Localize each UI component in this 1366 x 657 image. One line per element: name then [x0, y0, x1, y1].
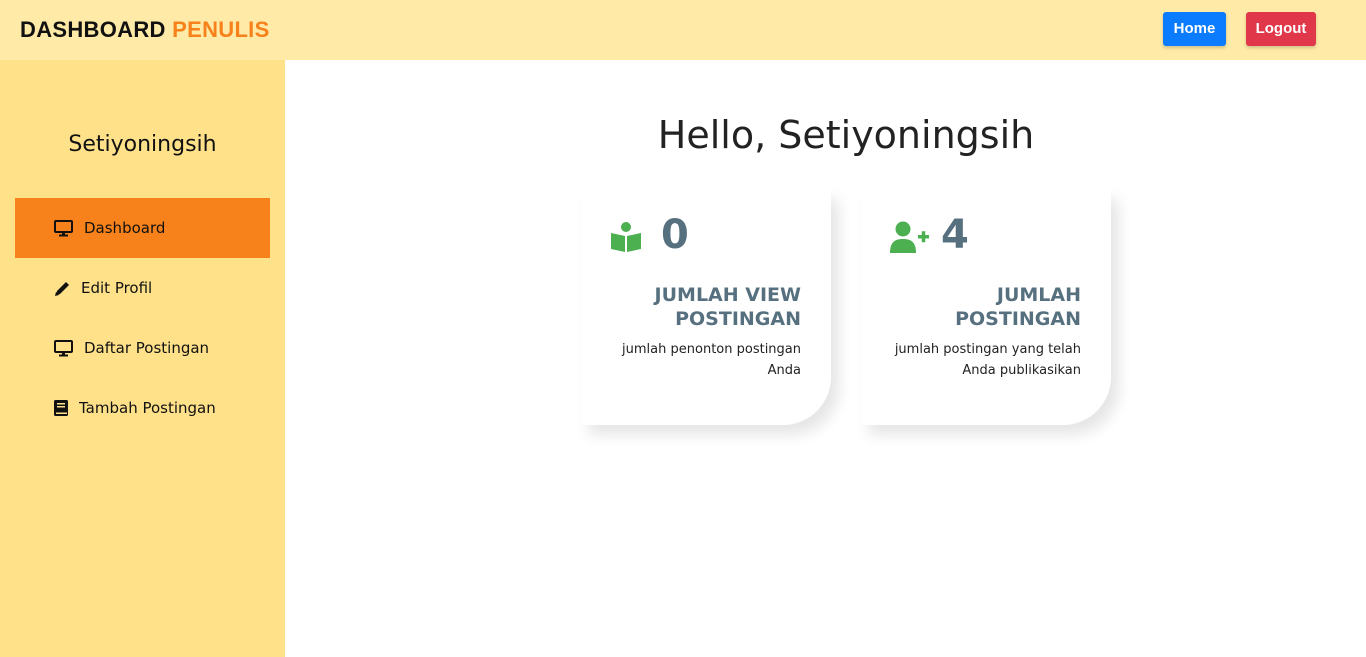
monitor-icon: [54, 339, 76, 357]
views-count: 0: [661, 212, 689, 258]
home-button[interactable]: Home: [1163, 12, 1226, 46]
sidebar-item-daftar-postingan[interactable]: Daftar Postingan: [15, 318, 270, 378]
posts-title: JUMLAH POSTINGAN: [955, 284, 1081, 330]
brand-title: DASHBOARD PENULIS: [20, 17, 270, 43]
brand-accent: PENULIS: [172, 17, 270, 42]
pencil-icon: [54, 279, 73, 297]
user-plus-icon: [890, 221, 930, 255]
top-navbar: DASHBOARD PENULIS Home Logout: [0, 0, 1366, 60]
logout-button[interactable]: Logout: [1246, 12, 1316, 46]
sidebar-item-edit-profil[interactable]: Edit Profil: [15, 258, 270, 318]
stat-card-views: 0 JUMLAH VIEW POSTINGAN jumlah penonton …: [581, 189, 831, 425]
sidebar-item-label: Daftar Postingan: [84, 339, 210, 357]
sidebar: Setiyoningsih Dashboard Edit Profil Daft…: [0, 60, 285, 657]
sidebar-item-label: Edit Profil: [81, 279, 153, 297]
views-title: JUMLAH VIEW POSTINGAN: [654, 284, 801, 330]
brand-primary: DASHBOARD: [20, 17, 166, 42]
reader-icon: [610, 221, 644, 255]
page-title: Hello, Setiyoningsih: [657, 113, 1035, 157]
sidebar-user-name: Setiyoningsih: [68, 132, 217, 157]
sidebar-item-label: Dashboard: [84, 219, 166, 237]
sidebar-item-dashboard[interactable]: Dashboard: [15, 198, 270, 258]
stat-card-posts: 4 JUMLAH POSTINGAN jumlah postingan yang…: [861, 189, 1111, 425]
posts-description: jumlah postingan yang telah Anda publika…: [894, 342, 1081, 378]
sidebar-item-label: Tambah Postingan: [79, 399, 216, 417]
posts-count: 4: [941, 212, 969, 258]
views-description: jumlah penonton postingan Anda: [622, 342, 801, 378]
sidebar-item-tambah-postingan[interactable]: Tambah Postingan: [15, 378, 270, 438]
monitor-icon: [54, 219, 76, 237]
book-icon: [54, 399, 71, 417]
